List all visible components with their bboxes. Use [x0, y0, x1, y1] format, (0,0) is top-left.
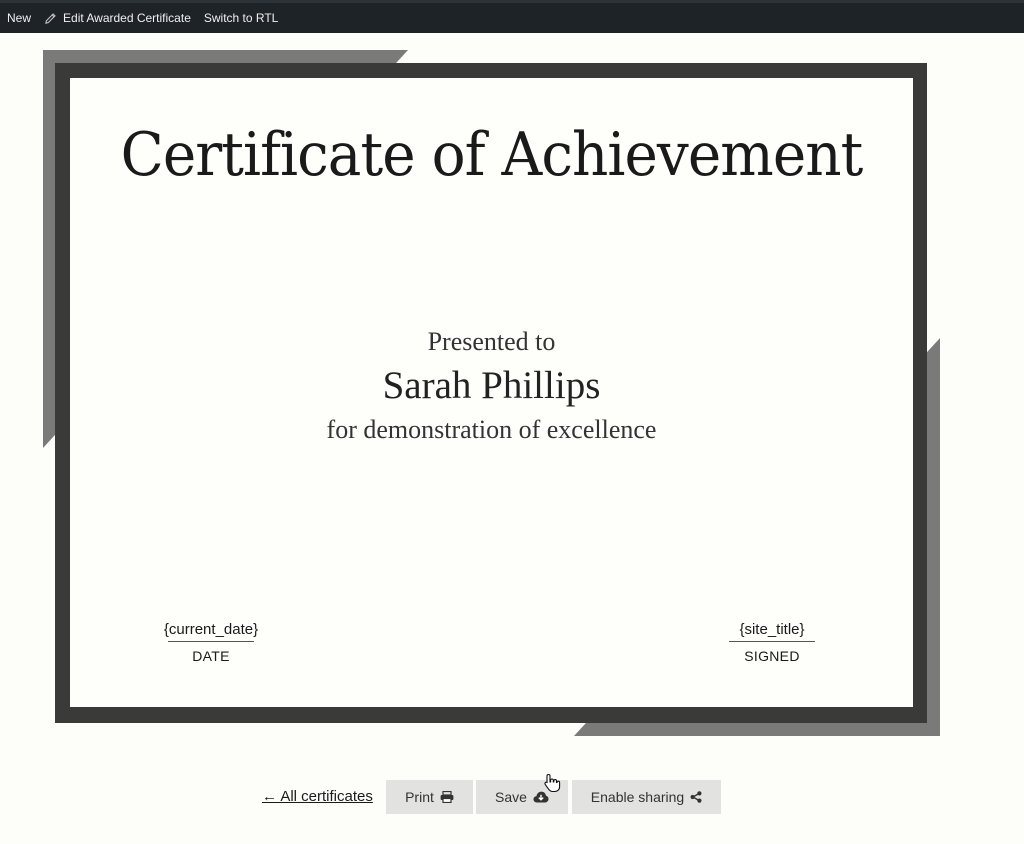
- all-certificates-link[interactable]: ← All certificates: [262, 788, 373, 805]
- recipient-name: Sarah Phillips: [382, 364, 601, 407]
- pencil-icon: [45, 12, 56, 24]
- share-label: Enable sharing: [590, 789, 685, 805]
- print-button[interactable]: Print: [386, 780, 473, 814]
- date-label: DATE: [192, 648, 230, 664]
- admin-bar: New Edit Awarded Certificate Switch to R…: [0, 0, 1024, 33]
- signed-block: {site_title} SIGNED: [712, 621, 832, 664]
- edit-awarded-certificate-link[interactable]: Edit Awarded Certificate: [37, 11, 197, 25]
- hand-pointer-icon: [544, 773, 561, 793]
- printer-icon: [440, 791, 454, 803]
- presented-to-text: Presented to: [427, 327, 556, 356]
- certificate-title: Certificate of Achievement: [120, 120, 864, 190]
- certificate: Certificate of Achievement Presented to …: [0, 33, 1024, 773]
- signed-value: {site_title}: [739, 621, 805, 638]
- switch-to-rtl-link[interactable]: Switch to RTL: [197, 11, 284, 25]
- certificate-actions: ← All certificates Print Save Enable sha…: [0, 780, 1024, 815]
- save-label: Save: [495, 789, 527, 805]
- new-label: New: [7, 11, 32, 25]
- enable-sharing-button[interactable]: Enable sharing: [572, 780, 721, 814]
- date-value: {current_date}: [163, 621, 259, 638]
- edit-label: Edit Awarded Certificate: [63, 11, 191, 25]
- award-reason: for demonstration of excellence: [326, 415, 657, 444]
- certificate-body: Certificate of Achievement Presented to …: [70, 78, 913, 707]
- new-menu-item[interactable]: New: [0, 11, 37, 25]
- signed-label: SIGNED: [744, 648, 800, 664]
- share-icon: [690, 791, 702, 803]
- rtl-label: Switch to RTL: [203, 11, 279, 25]
- print-label: Print: [405, 789, 434, 805]
- date-block: {current_date} DATE: [151, 621, 271, 664]
